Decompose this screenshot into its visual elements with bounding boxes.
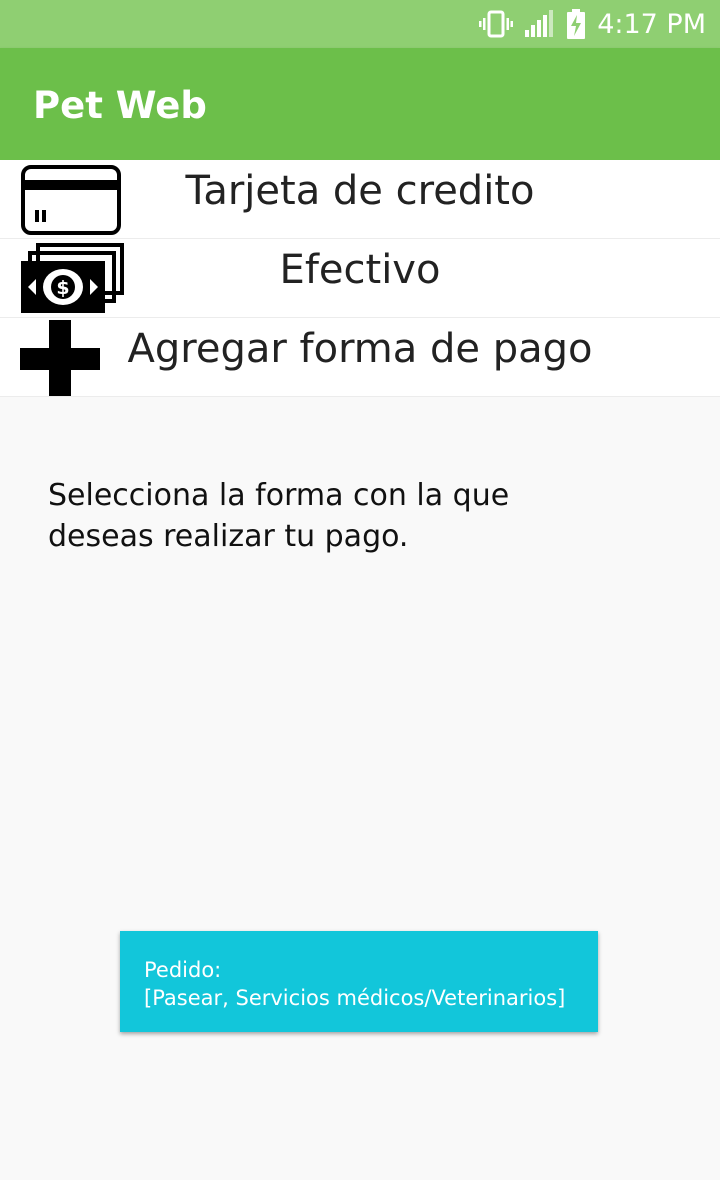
signal-icon	[525, 10, 554, 37]
status-bar: 4:17 PM	[0, 0, 720, 48]
payment-option-label: Efectivo	[279, 247, 441, 293]
app-bar: Pet Web	[0, 48, 720, 160]
vibrate-icon	[479, 10, 514, 38]
payment-option-cash[interactable]: $ Efectivo	[0, 239, 720, 318]
instruction-line-1: Selecciona la forma con la que	[48, 478, 510, 513]
order-heading: Pedido:	[144, 958, 222, 982]
payment-option-label: Tarjeta de credito	[185, 168, 535, 214]
payment-option-add[interactable]: Agregar forma de pago	[0, 318, 720, 397]
payment-option-label: Agregar forma de pago	[127, 326, 593, 372]
order-items: [Pasear, Servicios médicos/Veterinarios]	[144, 986, 566, 1010]
battery-charging-icon	[567, 9, 586, 39]
instruction-line-2: deseas realizar tu pago.	[48, 519, 409, 554]
payment-option-credit-card[interactable]: Tarjeta de credito	[0, 160, 720, 239]
status-time: 4:17 PM	[597, 8, 706, 40]
status-icons: 4:17 PM	[479, 0, 706, 48]
instruction-text: Selecciona la forma con la que deseas re…	[48, 475, 568, 557]
app-title: Pet Web	[33, 84, 207, 127]
payment-method-list: Tarjeta de credito $ Efectivo Agregar fo…	[0, 160, 720, 397]
order-summary: Pedido: [Pasear, Servicios médicos/Veter…	[120, 931, 598, 1032]
